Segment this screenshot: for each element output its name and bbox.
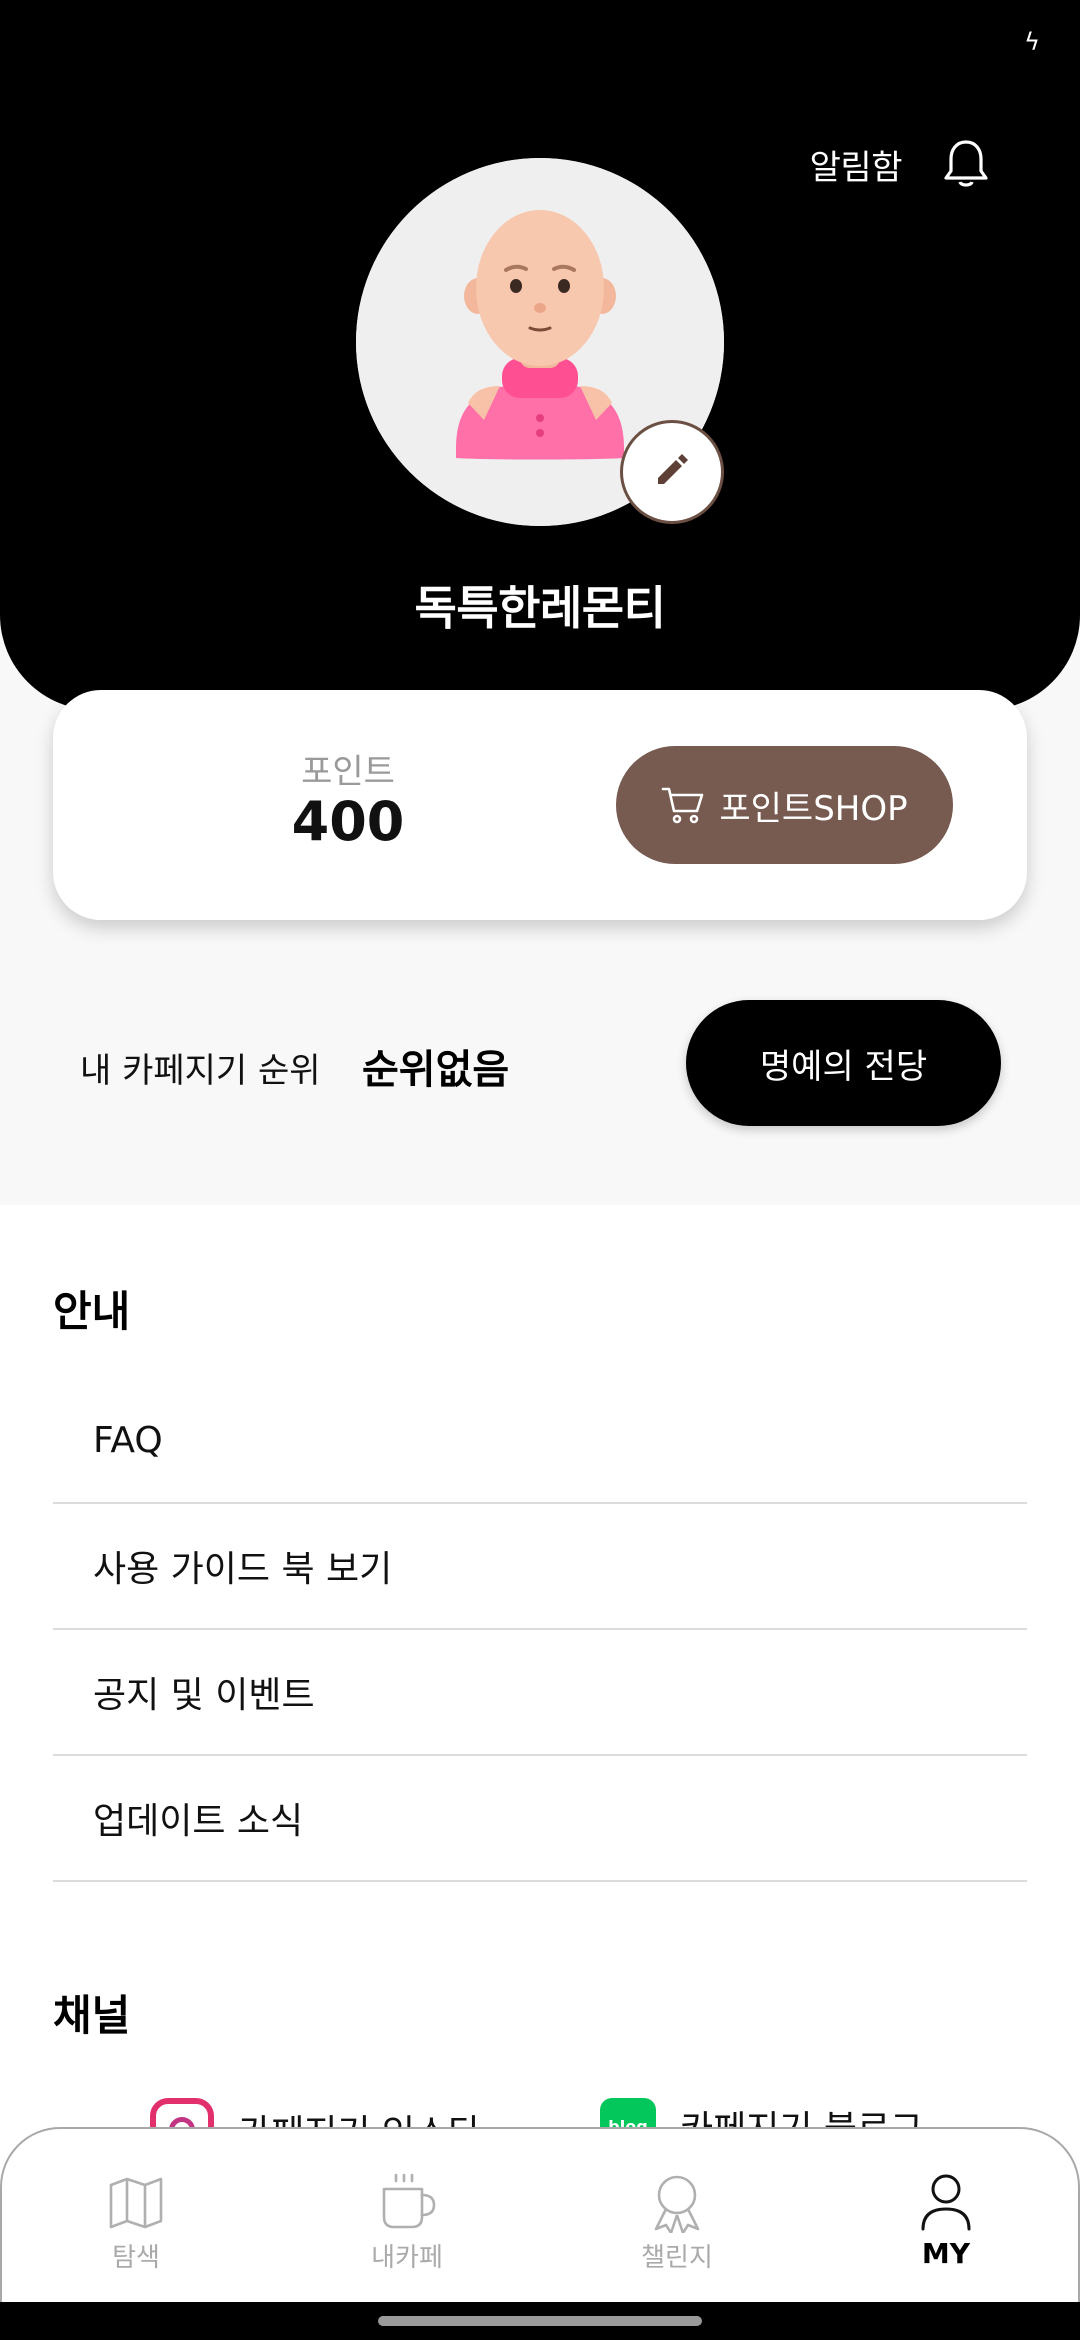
menu-item-faq[interactable]: FAQ: [53, 1378, 1027, 1504]
nav-label-my: MY: [921, 2237, 971, 2270]
edit-profile-button[interactable]: [620, 420, 724, 524]
menu-item-guide-book[interactable]: 사용 가이드 북 보기: [53, 1504, 1027, 1630]
charging-bolt-icon: ϟ: [1024, 28, 1040, 56]
cart-icon: [661, 785, 705, 825]
bottom-navigation: 탐색 내카페 챌린지 MY: [0, 2127, 1080, 2302]
points-value: 400: [291, 790, 405, 853]
notification-label: 알림함: [809, 147, 903, 188]
home-indicator[interactable]: [378, 2316, 702, 2326]
status-bar: ϟ: [0, 0, 1080, 90]
nav-tab-challenge[interactable]: 챌린지: [587, 2171, 767, 2274]
menu-item-updates[interactable]: 업데이트 소식: [53, 1756, 1027, 1882]
nav-label-explore: 탐색: [112, 2243, 160, 2273]
notification-button[interactable]: 알림함: [810, 138, 990, 190]
points-label: 포인트: [301, 752, 395, 792]
nav-tab-my[interactable]: MY: [856, 2171, 1036, 2270]
channel-section-title: 채널: [53, 1991, 131, 2040]
system-navigation-bar: [0, 2302, 1080, 2340]
award-ribbon-icon: [646, 2171, 708, 2233]
points-card: 포인트 400 포인트SHOP: [53, 690, 1027, 920]
rank-value: 순위없음: [362, 1047, 510, 1093]
rank-label: 내 카페지기 순위: [80, 1051, 321, 1091]
user-nickname: 독특한레몬티: [414, 581, 666, 635]
info-section-title: 안내: [53, 1287, 131, 1336]
map-icon: [105, 2171, 167, 2233]
menu-item-notices-events[interactable]: 공지 및 이벤트: [53, 1630, 1027, 1756]
nav-tab-explore[interactable]: 탐색: [46, 2171, 226, 2274]
pencil-icon: [650, 448, 694, 496]
point-shop-label: 포인트SHOP: [719, 788, 908, 829]
nav-label-my-cafe: 내카페: [371, 2243, 443, 2273]
bell-icon: [942, 138, 990, 190]
nav-label-challenge: 챌린지: [641, 2243, 713, 2273]
my-page-screen: ϟ 알림함 독특한레몬티 포인트 400 포인트SHOP 내 카페지기 순위 순…: [0, 0, 1080, 2340]
nav-tab-my-cafe[interactable]: 내카페: [317, 2171, 497, 2274]
point-shop-button[interactable]: 포인트SHOP: [616, 746, 953, 864]
person-icon: [915, 2171, 977, 2233]
hall-of-fame-button[interactable]: 명예의 전당: [686, 1000, 1001, 1126]
coffee-cup-icon: [376, 2171, 438, 2233]
